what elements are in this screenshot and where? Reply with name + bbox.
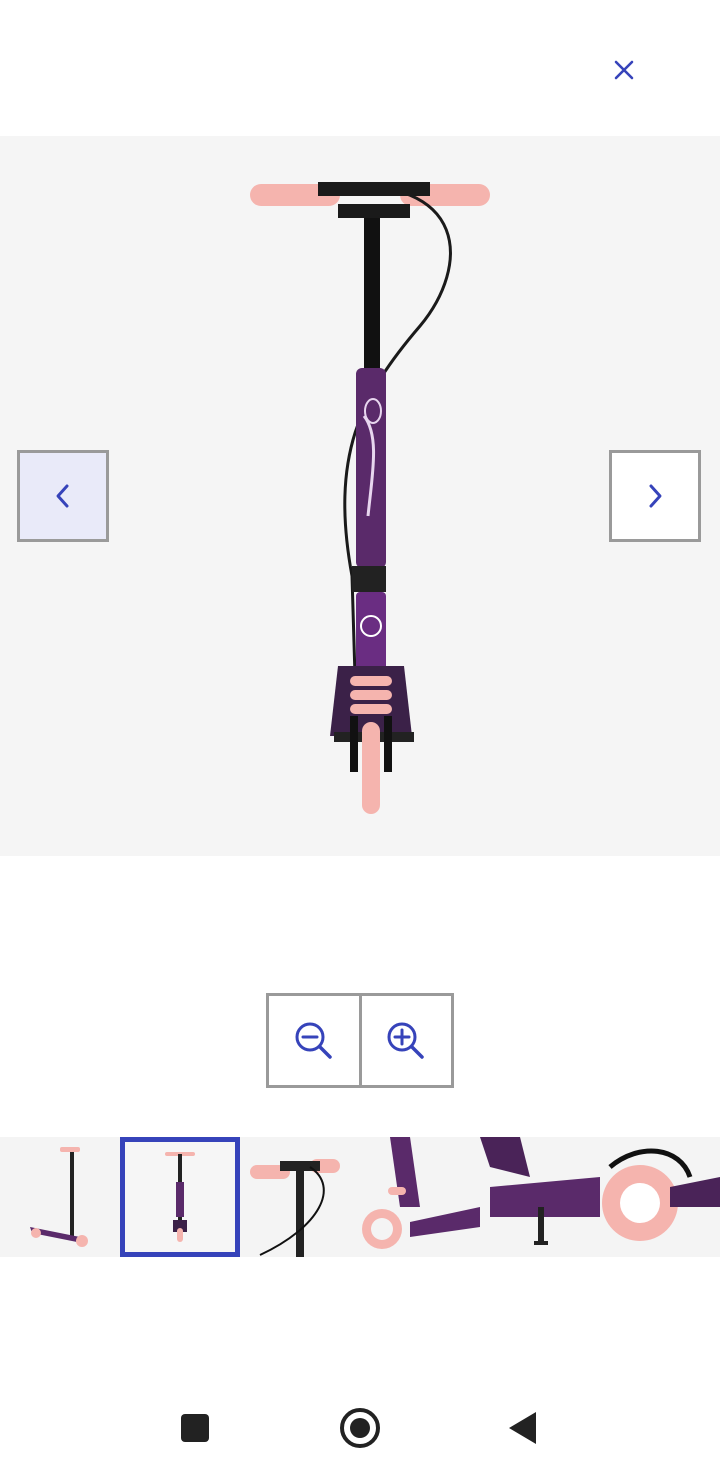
- back-button[interactable]: [493, 1402, 553, 1454]
- recent-apps-button[interactable]: [165, 1402, 225, 1454]
- thumbnail-handlebar-closeup[interactable]: [240, 1137, 360, 1257]
- handlebar-thumbnail-image: [250, 1159, 340, 1257]
- thumbnail-scooter-front[interactable]: [120, 1137, 240, 1257]
- thumbnail-front-wheel[interactable]: [360, 1137, 480, 1257]
- zoom-in-button[interactable]: [358, 996, 452, 1085]
- triangle-back-icon: [509, 1412, 536, 1444]
- rear-wheel-thumbnail-image: [602, 1148, 720, 1241]
- home-button[interactable]: [330, 1402, 390, 1454]
- zoom-in-icon: [387, 1022, 424, 1059]
- square-icon: [181, 1414, 209, 1442]
- image-viewer[interactable]: [0, 136, 720, 856]
- system-navigation-bar: [0, 1380, 720, 1474]
- previous-image-button[interactable]: [17, 450, 109, 542]
- zoom-controls: [266, 993, 454, 1088]
- kickstand-thumbnail-image: [480, 1137, 600, 1245]
- front-wheel-thumbnail-image: [362, 1137, 480, 1249]
- close-button[interactable]: [600, 46, 648, 94]
- circle-icon: [340, 1408, 380, 1448]
- chevron-right-icon: [649, 484, 662, 508]
- zoom-out-icon: [295, 1022, 332, 1059]
- next-image-button[interactable]: [609, 450, 701, 542]
- scooter-front-thumbnail-image: [165, 1152, 195, 1242]
- thumbnail-rear-wheel[interactable]: [600, 1137, 720, 1257]
- zoom-out-button[interactable]: [269, 996, 359, 1085]
- thumbnail-strip: [0, 1137, 720, 1257]
- thumbnail-kickstand[interactable]: [480, 1137, 600, 1257]
- close-icon: [614, 60, 634, 80]
- scooter-side-thumbnail-image: [30, 1147, 88, 1247]
- thumbnail-scooter-side[interactable]: [0, 1137, 120, 1257]
- chevron-left-icon: [56, 484, 69, 508]
